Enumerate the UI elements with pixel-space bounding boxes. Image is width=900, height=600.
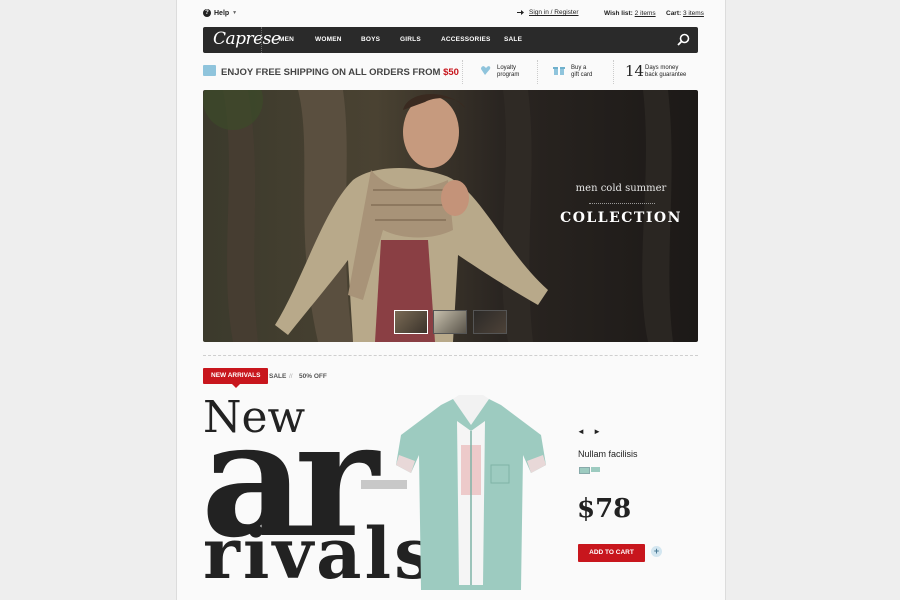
nav-item-girls[interactable]: GIRLS: [400, 36, 421, 43]
guarantee-days: 14: [625, 62, 645, 80]
truck-icon: [203, 65, 216, 76]
hero-divider: [589, 203, 655, 204]
wishlist-label: Wish list:: [604, 10, 633, 17]
tab-sale[interactable]: SALE: [269, 373, 286, 380]
tab-50-off[interactable]: 50% OFF: [299, 373, 327, 380]
tab-new-arrivals[interactable]: NEW ARRIVALS: [203, 368, 269, 388]
money-back-guarantee[interactable]: Days money back guarantee: [645, 65, 686, 79]
hero-subtitle: men cold summer: [575, 183, 667, 194]
cart: Cart: 3 items: [666, 10, 704, 17]
gift-card-link[interactable]: Buy a gift card: [571, 65, 592, 79]
hero-thumbnail-1[interactable]: [394, 310, 428, 334]
color-swatch-1[interactable]: [579, 467, 590, 474]
gift-line2: gift card: [571, 72, 593, 78]
shipping-amount: $50: [443, 67, 459, 78]
feature-divider: [462, 60, 463, 84]
shipping-text: ENJOY FREE SHIPPING ON ALL ORDERS FROM: [221, 67, 441, 78]
feature-divider: [613, 60, 614, 84]
free-shipping-banner: ENJOY FREE SHIPPING ON ALL ORDERS FROM $…: [221, 67, 459, 78]
help-icon: ?: [203, 9, 211, 17]
tab-separator: //: [289, 373, 293, 380]
carousel-arrows[interactable]: ◄ ►: [577, 427, 604, 436]
hero-title: COLLECTION: [560, 210, 682, 226]
nav-item-men[interactable]: MEN: [279, 36, 294, 43]
signin-icon: [517, 10, 524, 15]
days-line2: back guarantee: [645, 72, 687, 78]
plus-icon[interactable]: +: [651, 546, 662, 557]
hero-banner[interactable]: men cold summer COLLECTION: [203, 90, 698, 342]
help-label: Help: [214, 9, 230, 17]
gift-line1: Buy a: [571, 65, 587, 71]
search-icon[interactable]: [677, 33, 690, 46]
nav-divider: [261, 27, 262, 53]
chevron-down-icon: ▼: [232, 10, 238, 16]
loyalty-icon: [481, 66, 491, 75]
nav-item-women[interactable]: WOMEN: [315, 36, 342, 43]
gift-icon: [553, 67, 565, 75]
logo[interactable]: Caprese: [213, 29, 281, 49]
loyalty-line1: Loyalty: [497, 65, 517, 71]
days-line1: Days money: [645, 65, 679, 71]
feature-strip: ENJOY FREE SHIPPING ON ALL ORDERS FROM $…: [203, 58, 698, 86]
signin-link-group: Sign in / Register: [517, 9, 579, 16]
nav-item-boys[interactable]: BOYS: [361, 36, 380, 43]
product-price: $78: [577, 494, 632, 524]
page-container: ? Help ▼ Sign in / Register Wish list: 2…: [176, 0, 726, 600]
hero-thumbnail-2[interactable]: [433, 310, 467, 334]
cart-count-link[interactable]: 3 items: [683, 10, 704, 17]
hero-thumbnail-3[interactable]: [473, 310, 507, 334]
loyalty-program-link[interactable]: Loyalty program: [497, 65, 519, 79]
signin-register-link[interactable]: Sign in / Register: [529, 9, 579, 16]
wishlist: Wish list: 2 items: [604, 10, 656, 17]
feature-divider: [537, 60, 538, 84]
add-to-cart-button[interactable]: ADD TO CART: [578, 544, 645, 562]
section-divider: [203, 355, 698, 356]
product-image[interactable]: [391, 395, 551, 595]
nav-item-sale[interactable]: SALE: [504, 36, 522, 43]
main-nav: Caprese MEN WOMEN BOYS GIRLS ACCESSORIES…: [203, 27, 698, 53]
wishlist-count-link[interactable]: 2 items: [635, 10, 656, 17]
nav-item-accessories[interactable]: ACCESSORIES: [441, 36, 491, 43]
product-name[interactable]: Nullam facilisis: [578, 449, 638, 459]
cart-label: Cart:: [666, 10, 682, 17]
help-menu[interactable]: ? Help ▼: [203, 9, 237, 17]
loyalty-line2: program: [497, 72, 520, 78]
color-swatch-2[interactable]: [591, 467, 600, 472]
